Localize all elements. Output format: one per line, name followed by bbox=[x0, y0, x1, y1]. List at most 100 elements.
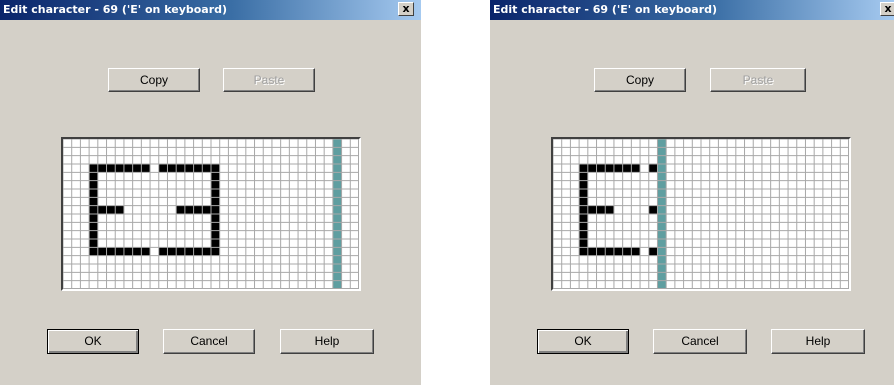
filled-pixel[interactable] bbox=[89, 222, 98, 231]
filled-pixel[interactable] bbox=[184, 164, 194, 173]
filled-pixel[interactable] bbox=[211, 197, 220, 206]
filled-pixel[interactable] bbox=[89, 247, 98, 256]
filled-pixel[interactable] bbox=[579, 214, 588, 223]
filled-pixel[interactable] bbox=[648, 164, 658, 173]
filled-pixel[interactable] bbox=[211, 205, 220, 214]
character-pixel-grid[interactable] bbox=[63, 139, 359, 289]
filled-pixel[interactable] bbox=[648, 247, 658, 256]
filled-pixel[interactable] bbox=[596, 164, 606, 173]
filled-pixel[interactable] bbox=[211, 247, 220, 256]
filled-pixel[interactable] bbox=[605, 247, 614, 256]
filled-pixel[interactable] bbox=[579, 197, 588, 206]
paste-button[interactable]: Paste bbox=[710, 68, 806, 92]
filled-pixel[interactable] bbox=[587, 205, 597, 214]
filled-pixel[interactable] bbox=[141, 247, 151, 256]
filled-pixel[interactable] bbox=[89, 239, 98, 248]
filled-pixel[interactable] bbox=[579, 164, 588, 173]
filled-pixel[interactable] bbox=[89, 164, 98, 173]
filled-pixel[interactable] bbox=[89, 172, 98, 181]
help-button[interactable]: Help bbox=[280, 329, 374, 354]
dialog-title: Edit character - 69 ('E' on keyboard) bbox=[493, 3, 718, 16]
filled-pixel[interactable] bbox=[89, 197, 98, 206]
filled-pixel[interactable] bbox=[587, 247, 597, 256]
filled-pixel[interactable] bbox=[158, 164, 168, 173]
filled-pixel[interactable] bbox=[89, 180, 98, 189]
filled-pixel[interactable] bbox=[97, 205, 107, 214]
filled-pixel[interactable] bbox=[202, 164, 211, 173]
filled-pixel[interactable] bbox=[106, 164, 116, 173]
filled-pixel[interactable] bbox=[202, 247, 211, 256]
filled-pixel[interactable] bbox=[123, 247, 133, 256]
filled-pixel[interactable] bbox=[211, 230, 220, 239]
filled-pixel[interactable] bbox=[89, 230, 98, 239]
filled-pixel[interactable] bbox=[605, 205, 614, 214]
filled-pixel[interactable] bbox=[579, 172, 588, 181]
filled-pixel[interactable] bbox=[141, 164, 151, 173]
filled-pixel[interactable] bbox=[596, 247, 606, 256]
filled-pixel[interactable] bbox=[132, 164, 142, 173]
filled-pixel[interactable] bbox=[132, 247, 142, 256]
filled-pixel[interactable] bbox=[648, 205, 658, 214]
filled-pixel[interactable] bbox=[579, 180, 588, 189]
filled-pixel[interactable] bbox=[167, 164, 177, 173]
filled-pixel[interactable] bbox=[97, 164, 107, 173]
filled-pixel[interactable] bbox=[176, 247, 185, 256]
filled-pixel[interactable] bbox=[587, 164, 597, 173]
filled-pixel[interactable] bbox=[579, 205, 588, 214]
filled-pixel[interactable] bbox=[631, 164, 641, 173]
filled-pixel[interactable] bbox=[176, 205, 185, 214]
filled-pixel[interactable] bbox=[115, 164, 124, 173]
filled-pixel[interactable] bbox=[193, 247, 203, 256]
filled-pixel[interactable] bbox=[211, 164, 220, 173]
character-pixel-grid[interactable] bbox=[553, 139, 849, 289]
filled-pixel[interactable] bbox=[106, 205, 116, 214]
cancel-button[interactable]: Cancel bbox=[163, 329, 255, 354]
filled-pixel[interactable] bbox=[193, 164, 203, 173]
filled-pixel[interactable] bbox=[167, 247, 177, 256]
filled-pixel[interactable] bbox=[193, 205, 203, 214]
filled-pixel[interactable] bbox=[202, 205, 211, 214]
ok-button[interactable]: OK bbox=[47, 329, 139, 354]
filled-pixel[interactable] bbox=[211, 172, 220, 181]
filled-pixel[interactable] bbox=[622, 164, 632, 173]
filled-pixel[interactable] bbox=[211, 239, 220, 248]
filled-pixel[interactable] bbox=[579, 247, 588, 256]
filled-pixel[interactable] bbox=[123, 164, 133, 173]
ok-button[interactable]: OK bbox=[537, 329, 629, 354]
filled-pixel[interactable] bbox=[631, 247, 641, 256]
copy-button[interactable]: Copy bbox=[108, 68, 200, 92]
title-bar[interactable]: Edit character - 69 ('E' on keyboard) x bbox=[0, 0, 421, 20]
filled-pixel[interactable] bbox=[89, 205, 98, 214]
filled-pixel[interactable] bbox=[211, 189, 220, 198]
filled-pixel[interactable] bbox=[579, 222, 588, 231]
filled-pixel[interactable] bbox=[605, 164, 614, 173]
filled-pixel[interactable] bbox=[596, 205, 606, 214]
filled-pixel[interactable] bbox=[211, 222, 220, 231]
filled-pixel[interactable] bbox=[622, 247, 632, 256]
help-button[interactable]: Help bbox=[771, 329, 865, 354]
filled-pixel[interactable] bbox=[579, 239, 588, 248]
copy-button[interactable]: Copy bbox=[594, 68, 686, 92]
filled-pixel[interactable] bbox=[613, 164, 623, 173]
filled-pixel[interactable] bbox=[211, 180, 220, 189]
dialog-title: Edit character - 69 ('E' on keyboard) bbox=[3, 3, 228, 16]
cancel-button[interactable]: Cancel bbox=[653, 329, 747, 354]
filled-pixel[interactable] bbox=[115, 247, 124, 256]
close-icon[interactable]: x bbox=[398, 2, 414, 16]
paste-button[interactable]: Paste bbox=[223, 68, 315, 92]
filled-pixel[interactable] bbox=[579, 189, 588, 198]
close-icon[interactable]: x bbox=[880, 2, 894, 16]
filled-pixel[interactable] bbox=[89, 214, 98, 223]
filled-pixel[interactable] bbox=[579, 230, 588, 239]
filled-pixel[interactable] bbox=[89, 189, 98, 198]
filled-pixel[interactable] bbox=[97, 247, 107, 256]
filled-pixel[interactable] bbox=[184, 205, 194, 214]
filled-pixel[interactable] bbox=[184, 247, 194, 256]
filled-pixel[interactable] bbox=[176, 164, 185, 173]
filled-pixel[interactable] bbox=[613, 247, 623, 256]
filled-pixel[interactable] bbox=[158, 247, 168, 256]
title-bar[interactable]: Edit character - 69 ('E' on keyboard) x bbox=[490, 0, 894, 20]
filled-pixel[interactable] bbox=[106, 247, 116, 256]
filled-pixel[interactable] bbox=[211, 214, 220, 223]
filled-pixel[interactable] bbox=[115, 205, 124, 214]
